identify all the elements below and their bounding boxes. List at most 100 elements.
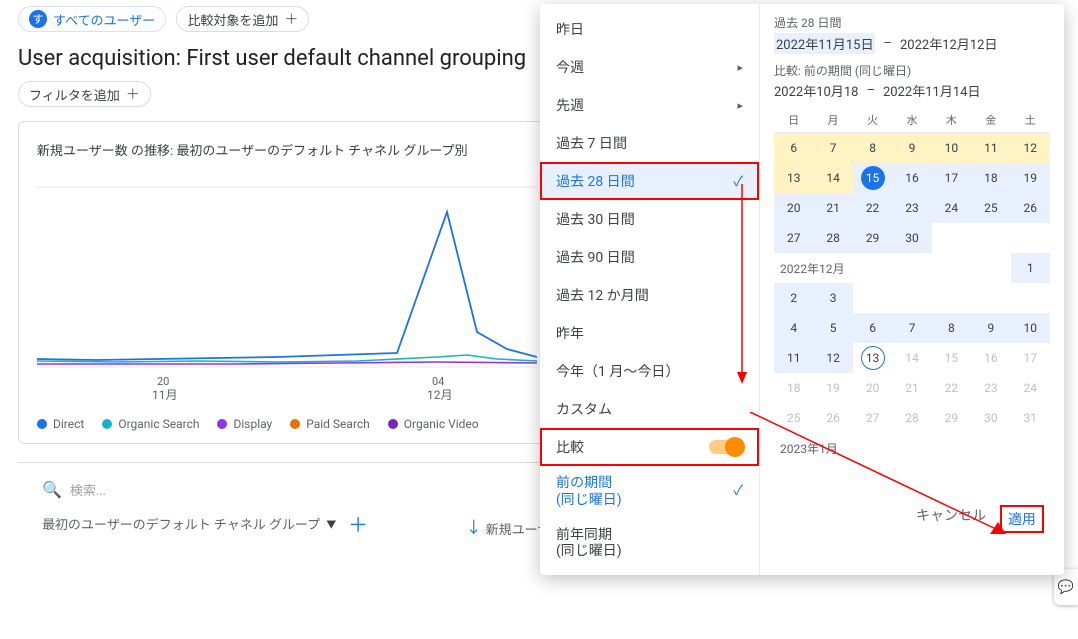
- calendar-day[interactable]: 11: [774, 343, 813, 373]
- calendar-day[interactable]: 29: [853, 223, 892, 253]
- date-preset-item[interactable]: 今週: [540, 48, 759, 86]
- calendar-day[interactable]: 28: [892, 403, 931, 433]
- calendar-day[interactable]: 30: [971, 403, 1010, 433]
- calendar-day[interactable]: 30: [892, 223, 931, 253]
- calendar-day[interactable]: 15: [853, 163, 892, 193]
- calendar-day[interactable]: 10: [932, 133, 971, 163]
- calendar-day[interactable]: 8: [932, 313, 971, 343]
- calendar-day[interactable]: 29: [932, 403, 971, 433]
- calendar-day[interactable]: 9: [971, 313, 1010, 343]
- date-preset-item[interactable]: 過去 30 日間: [540, 200, 759, 238]
- add-dimension-button[interactable]: ＋: [342, 509, 374, 538]
- add-filter-chip[interactable]: フィルタを追加 ＋: [18, 81, 151, 107]
- calendar-day[interactable]: 12: [1011, 133, 1050, 163]
- calendar-day[interactable]: 23: [971, 373, 1010, 403]
- compare-range-label: 比較: 前の期間 (同じ曜日): [774, 62, 1050, 79]
- date-preset-item[interactable]: 今年（1 月～今日）: [540, 352, 759, 390]
- date-preset-list: 昨日今週先週過去 7 日間過去 28 日間✓過去 30 日間過去 90 日間過去…: [540, 4, 760, 575]
- calendar-day[interactable]: 21: [813, 193, 852, 223]
- sort-desc-icon[interactable]: ↓: [466, 514, 482, 538]
- calendar-day[interactable]: 16: [971, 343, 1010, 373]
- date-preset-item[interactable]: 過去 90 日間: [540, 238, 759, 276]
- calendar-day[interactable]: 27: [774, 223, 813, 253]
- calendar-day: [1011, 433, 1050, 463]
- date-preset-item[interactable]: 過去 7 日間: [540, 124, 759, 162]
- legend-label: Display: [233, 417, 272, 431]
- date-preset-item[interactable]: カスタム: [540, 390, 759, 428]
- calendar-day[interactable]: 10: [1011, 313, 1050, 343]
- calendar-day[interactable]: 2: [774, 283, 813, 313]
- search-icon: 🔍: [42, 480, 62, 499]
- date-preset-item[interactable]: 昨年: [540, 314, 759, 352]
- calendar-day[interactable]: 31: [1011, 403, 1050, 433]
- calendar-day[interactable]: 24: [1011, 373, 1050, 403]
- date-preset-item[interactable]: 先週: [540, 86, 759, 124]
- calendar-day[interactable]: 26: [813, 403, 852, 433]
- compare-toggle-row: 比較: [540, 428, 759, 466]
- calendar-day[interactable]: 20: [853, 373, 892, 403]
- apply-button[interactable]: 適用: [1000, 505, 1044, 533]
- calendar-day[interactable]: 15: [932, 343, 971, 373]
- cancel-button[interactable]: キャンセル: [916, 505, 986, 533]
- calendar-day[interactable]: 7: [892, 313, 931, 343]
- calendar-day[interactable]: 19: [813, 373, 852, 403]
- add-comparison-chip[interactable]: 比較対象を追加 ＋: [176, 6, 309, 32]
- calendar-day[interactable]: 19: [1011, 163, 1050, 193]
- calendar-day[interactable]: 17: [1011, 343, 1050, 373]
- calendar-day[interactable]: 18: [971, 163, 1010, 193]
- calendar-day[interactable]: 17: [932, 163, 971, 193]
- date-preset-item[interactable]: 昨日: [540, 10, 759, 48]
- compare-option[interactable]: 前の期間(同じ曜日)✓: [540, 466, 759, 518]
- calendar-day[interactable]: 26: [1011, 193, 1050, 223]
- primary-start-date[interactable]: 2022年11月15日: [774, 33, 875, 54]
- search-input[interactable]: 検索...: [70, 480, 106, 499]
- legend-swatch: [102, 419, 112, 429]
- calendar-day[interactable]: 25: [774, 403, 813, 433]
- calendar-day[interactable]: 3: [813, 283, 852, 313]
- calendar-day[interactable]: 14: [892, 343, 931, 373]
- calendar-day[interactable]: 6: [853, 313, 892, 343]
- primary-end-date[interactable]: 2022年12月12日: [900, 34, 997, 53]
- calendar-day[interactable]: 12: [813, 343, 852, 373]
- compare-end-date[interactable]: 2022年11月14日: [883, 81, 980, 100]
- table-col-dimension[interactable]: 最初のユーザーのデフォルト チャネル グループ: [42, 514, 320, 533]
- legend-item[interactable]: Display: [217, 417, 272, 431]
- calendar-day[interactable]: 21: [892, 373, 931, 403]
- calendar-day[interactable]: 28: [813, 223, 852, 253]
- legend-item[interactable]: Organic Video: [388, 417, 479, 431]
- calendar-day[interactable]: 22: [853, 193, 892, 223]
- calendar-day[interactable]: 22: [932, 373, 971, 403]
- calendar-day[interactable]: 1: [1011, 253, 1050, 283]
- calendar-day[interactable]: 13: [774, 163, 813, 193]
- calendar-day[interactable]: 23: [892, 193, 931, 223]
- calendar-day[interactable]: 8: [853, 133, 892, 163]
- legend-item[interactable]: Organic Search: [102, 417, 199, 431]
- calendar-day[interactable]: 13: [853, 343, 892, 373]
- calendar-day[interactable]: 20: [774, 193, 813, 223]
- audience-chip-all-users[interactable]: す すべてのユーザー: [18, 6, 166, 32]
- calendar-day[interactable]: 11: [971, 133, 1010, 163]
- calendar-day[interactable]: 24: [932, 193, 971, 223]
- calendar-day[interactable]: 9: [892, 133, 931, 163]
- calendar-day[interactable]: 18: [774, 373, 813, 403]
- chevron-down-icon[interactable]: ▼: [326, 516, 336, 531]
- calendar-day[interactable]: 6: [774, 133, 813, 163]
- compare-toggle[interactable]: [709, 440, 743, 454]
- calendar-day[interactable]: 4: [774, 313, 813, 343]
- calendar-day[interactable]: 16: [892, 163, 931, 193]
- calendar-day: [892, 433, 931, 463]
- compare-start-date[interactable]: 2022年10月18: [774, 81, 858, 100]
- calendar-day[interactable]: 7: [813, 133, 852, 163]
- legend-item[interactable]: Paid Search: [290, 417, 370, 431]
- date-preset-item[interactable]: 過去 28 日間✓: [540, 162, 759, 200]
- calendar-day[interactable]: 5: [813, 313, 852, 343]
- calendar-day[interactable]: 14: [813, 163, 852, 193]
- date-preset-item[interactable]: 過去 12 か月間: [540, 276, 759, 314]
- calendar-day[interactable]: 27: [853, 403, 892, 433]
- legend-item[interactable]: Direct: [37, 417, 84, 431]
- compare-option[interactable]: 前年同期(同じ曜日): [540, 518, 759, 570]
- calendar: 日月火水木金土 67891011121314151617181920212223…: [774, 108, 1050, 493]
- calendar-month-label: 2023年1月: [774, 433, 892, 463]
- legend-label: Direct: [53, 417, 84, 431]
- calendar-day[interactable]: 25: [971, 193, 1010, 223]
